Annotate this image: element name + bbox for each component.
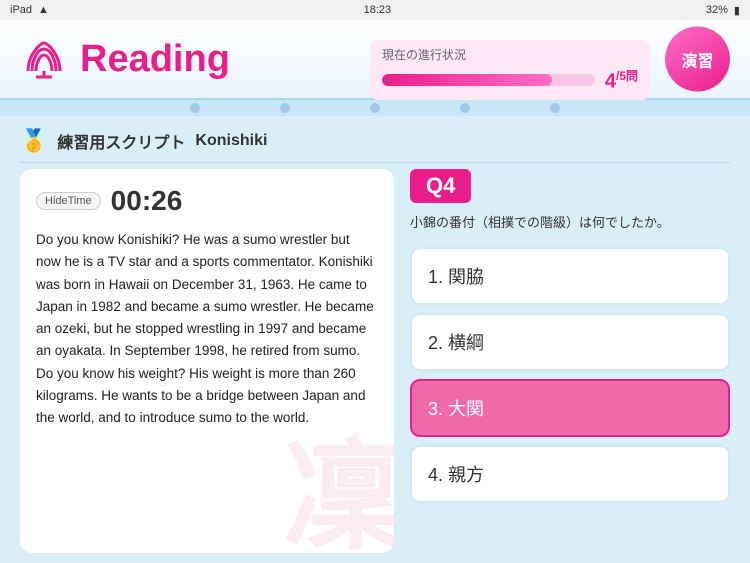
answer-option-4[interactable]: 4. 親方 [410,445,730,503]
connector-row [0,100,750,116]
progress-bar-row: 4/5問 [382,67,638,94]
question-text: 小錦の番付（相撲での階級）は何でしたか。 [410,213,730,233]
qa-panel: Q4 小錦の番付（相撲での階級）は何でしたか。 1. 関脇 2. 横綱 3. 大… [410,169,730,553]
enshu-button[interactable]: 演習 [665,27,730,92]
passage-text: Do you know Konishiki? He was a sumo wre… [36,229,378,429]
medal-icon: 🥇 [20,128,47,154]
ipad-label: iPad [10,4,32,16]
timer-display: 00:26 [111,185,183,217]
section-header: 🥇 練習用スクリプト Konishiki [20,116,730,163]
header: Reading 現在の進行状況 4/5問 演習 [0,20,750,100]
battery-icon: ▮ [734,4,740,17]
header-logo: Reading [20,35,230,83]
main-content: 🥇 練習用スクリプト Konishiki HideTime 00:26 Do y… [0,116,750,563]
status-right: 32% ▮ [706,4,740,17]
battery-label: 32% [706,4,728,16]
answer-option-3[interactable]: 3. 大関 [410,379,730,437]
timer-row: HideTime 00:26 [36,185,378,217]
connector-dot-3 [370,103,380,113]
passage-panel: HideTime 00:26 Do you know Konishiki? He… [20,169,394,553]
progress-label: 現在の進行状況 [382,46,638,63]
progress-fill [382,74,552,86]
progress-count: 4/5問 [605,67,638,94]
connector-dot-5 [550,103,560,113]
status-bar: iPad ▲ 18:23 32% ▮ [0,0,750,20]
header-title: Reading [80,38,230,81]
connector-dot-1 [190,103,200,113]
question-badge: Q4 [410,169,471,203]
logo-icon [20,35,68,83]
connector-dot-4 [460,103,470,113]
progress-track [382,74,595,86]
hide-time-button[interactable]: HideTime [36,192,101,210]
status-left: iPad ▲ [10,4,49,16]
section-title: 練習用スクリプト [57,129,185,153]
progress-panel: 現在の進行状況 4/5問 [370,40,650,100]
answer-option-1[interactable]: 1. 関脇 [410,247,730,305]
status-time: 18:23 [364,4,392,16]
content-split: HideTime 00:26 Do you know Konishiki? He… [20,169,730,553]
answer-option-2[interactable]: 2. 横綱 [410,313,730,371]
section-name: Konishiki [195,132,267,150]
wifi-icon: ▲ [38,4,49,16]
connector-dot-2 [280,103,290,113]
